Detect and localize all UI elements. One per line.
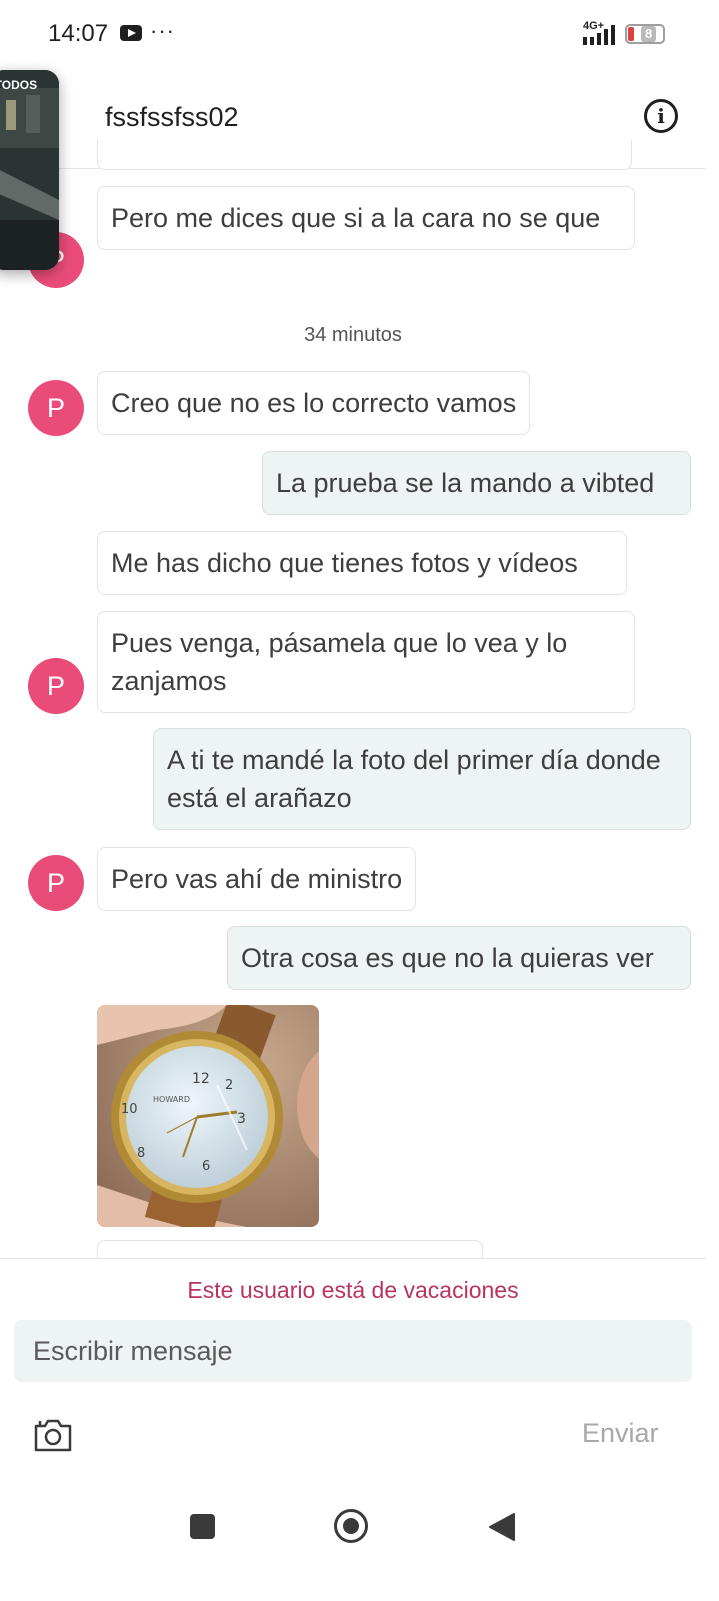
home-button[interactable] (334, 1509, 368, 1543)
message-bubble-outgoing: Otra cosa es que no la quieras ver (227, 926, 691, 990)
sender-avatar[interactable]: P (28, 658, 84, 714)
svg-text:6: 6 (202, 1159, 210, 1174)
contact-name[interactable]: fssfssfss02 (105, 102, 239, 133)
wristwatch-photo[interactable]: 12 3 10 8 6 2 HOWARD (97, 1005, 319, 1227)
message-bubble-incoming: Pero me dices que si a la cara no se que (97, 186, 635, 250)
back-button[interactable] (488, 1512, 516, 1542)
system-navigation-bar (0, 1490, 719, 1600)
youtube-icon (120, 25, 142, 41)
message-bubble-outgoing: A ti te mandé la foto del primer día don… (153, 728, 691, 830)
status-time: 14:07 (48, 20, 109, 47)
picture-in-picture-window[interactable]: UTODOS (0, 70, 59, 270)
svg-text:2: 2 (225, 1078, 233, 1093)
recents-button[interactable] (190, 1514, 215, 1539)
svg-text:3: 3 (237, 1111, 246, 1127)
signal-icon (583, 25, 615, 45)
message-bubble-outgoing: La prueba se la mando a vibted (262, 451, 691, 515)
svg-text:12: 12 (192, 1071, 210, 1087)
info-button[interactable]: i (644, 99, 678, 133)
vacation-notice: Este usuario está de vacaciones (187, 1277, 519, 1303)
overlay-label: UTODOS (0, 78, 38, 92)
send-button[interactable]: Enviar (582, 1418, 659, 1449)
battery-icon: 8 (625, 24, 665, 44)
svg-text:10: 10 (121, 1102, 138, 1117)
svg-text:8: 8 (137, 1146, 145, 1161)
message-input[interactable] (14, 1320, 692, 1382)
battery-level: 8 (641, 26, 657, 42)
sender-avatar[interactable]: P (28, 380, 84, 436)
more-notifications-icon: ··· (150, 18, 175, 43)
sender-avatar[interactable]: P (28, 855, 84, 911)
message-bubble-incoming: Pero vas ahí de ministro (97, 847, 417, 911)
message-bubble-partial (97, 140, 632, 170)
watch-brand: HOWARD (153, 1095, 190, 1104)
message-bubble-incoming: Pues venga, pásamela que lo vea y lo zan… (97, 611, 635, 713)
message-bubble-incoming: Creo que no es lo correcto vamos (97, 371, 531, 435)
message-bubble-incoming: Me has dicho que tienes fotos y vídeos (97, 531, 627, 595)
info-icon: i (657, 104, 665, 128)
message-timestamp: 34 minutos (304, 324, 402, 346)
camera-icon[interactable] (33, 1417, 73, 1453)
